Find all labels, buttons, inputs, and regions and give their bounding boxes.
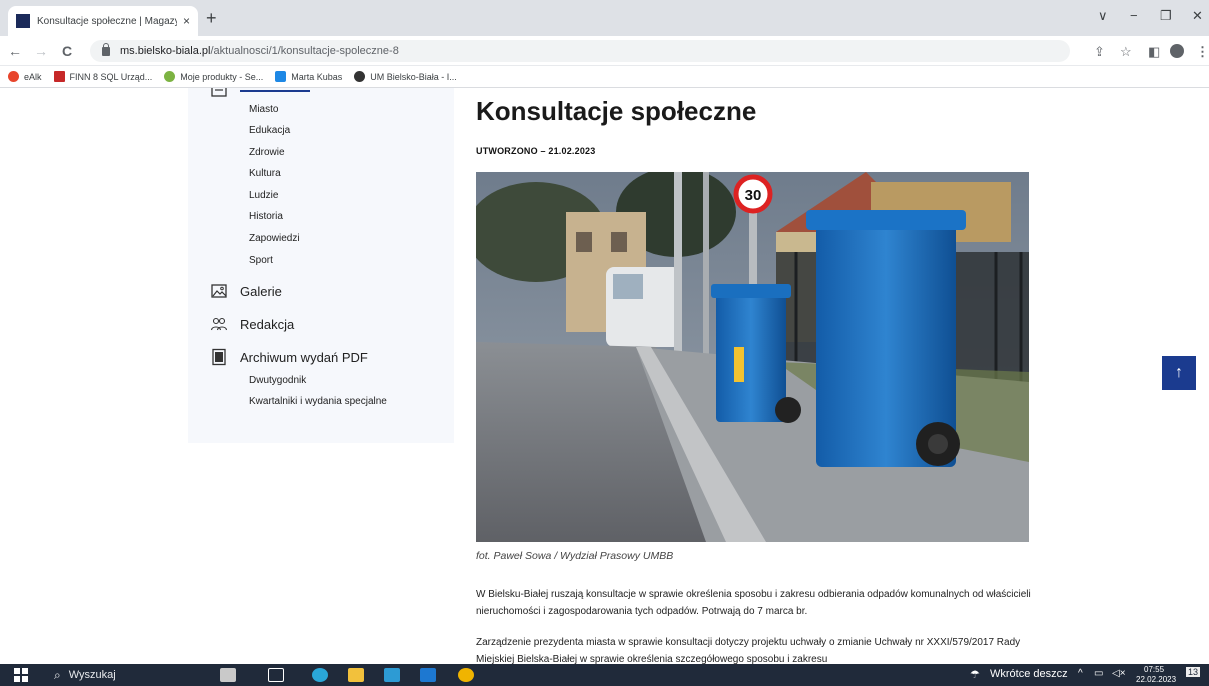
sidebar-item-zapowiedzi[interactable]: Zapowiedzi	[249, 233, 300, 244]
address-bar[interactable]: ms.bielsko-biala.pl/aktualnosci/1/konsul…	[90, 40, 1070, 62]
sidebar-item-archiwum[interactable]: Archiwum wydań PDF	[240, 350, 368, 365]
sidebar-item-galerie[interactable]: Galerie	[240, 284, 282, 299]
sidebar-item-kwartalniki[interactable]: Kwartalniki i wydania specjalne	[249, 396, 387, 407]
store-icon[interactable]	[384, 668, 400, 682]
file-explorer-icon[interactable]	[348, 668, 364, 682]
photo-waste-bins: 30	[476, 172, 1029, 542]
archive-pdf-icon	[212, 348, 226, 366]
page-title: Konsultacje społeczne	[476, 96, 757, 126]
bookmark-label: UM Bielsko-Biała - I...	[370, 71, 457, 82]
bookmark-item[interactable]: eAlk	[8, 71, 42, 82]
tab-search-icon[interactable]: ∨	[1098, 8, 1108, 24]
taskbar-search-placeholder: Wyszukaj	[68, 669, 116, 681]
back-button[interactable]: ←	[8, 43, 22, 59]
bookmark-item[interactable]: UM Bielsko-Biała - I...	[354, 71, 457, 82]
bookmark-favicon-icon	[354, 71, 366, 82]
site-favicon-icon	[16, 14, 30, 28]
sidebar-item-miasto[interactable]: Miasto	[249, 104, 278, 115]
created-date: UTWORZONO – 21.02.2023	[476, 146, 596, 156]
taskbar-app-icon[interactable]	[220, 668, 236, 682]
minimize-button[interactable]: −	[1130, 8, 1138, 23]
team-icon	[210, 317, 228, 331]
share-icon[interactable]: ⇪	[1094, 44, 1105, 60]
article-photo: 30	[476, 172, 1029, 542]
sidebar-item-wiadomosci-underline	[240, 88, 310, 92]
url-path: /aktualnosci/1/konsultacje-spoleczne-8	[210, 45, 399, 57]
sidebar-item-redakcja[interactable]: Redakcja	[240, 317, 294, 332]
profile-avatar-icon[interactable]	[1170, 44, 1184, 58]
article-paragraph: W Bielsku-Białej ruszają konsultacje w s…	[476, 589, 1031, 617]
weather-icon: ☂	[970, 669, 980, 681]
clock-date[interactable]: 22.02.2023	[1136, 675, 1176, 684]
bookmark-favicon-icon	[164, 71, 176, 82]
sidebar-item-historia[interactable]: Historia	[249, 211, 283, 222]
new-tab-button[interactable]: +	[206, 9, 217, 27]
bookmarks-bar: eAlk FINN 8 SQL Urząd... Moje produkty -…	[0, 66, 1209, 88]
weather-text[interactable]: Wkrótce deszcz	[990, 668, 1068, 680]
volume-icon[interactable]: ◁×	[1112, 668, 1126, 679]
tray-overflow-icon[interactable]: ^	[1078, 668, 1083, 679]
sidebar-item-kultura[interactable]: Kultura	[249, 168, 281, 179]
tab-active[interactable]: Konsultacje społeczne | Magazyn ×	[8, 6, 198, 36]
bookmark-label: Moje produkty - Se...	[180, 71, 264, 82]
bookmark-favicon-icon	[53, 71, 65, 82]
sidebar-item-edukacja[interactable]: Edukacja	[249, 125, 290, 136]
tab-strip: Konsultacje społeczne | Magazyn × + ∨ − …	[0, 0, 1209, 36]
bookmark-star-icon[interactable]: ☆	[1120, 44, 1132, 60]
network-icon[interactable]: ▭	[1094, 668, 1103, 679]
bookmark-favicon-icon	[8, 71, 19, 82]
edge-icon[interactable]	[312, 668, 328, 682]
bookmark-item[interactable]: Moje produkty - Se...	[164, 71, 263, 82]
bookmark-label: Marta Kubas	[291, 71, 343, 82]
chrome-icon[interactable]	[458, 668, 474, 682]
bookmark-label: FINN 8 SQL Urząd...	[69, 71, 153, 82]
bookmark-item[interactable]: Marta Kubas	[275, 71, 342, 82]
speed-sign-label: 30	[745, 187, 762, 204]
scroll-to-top-button[interactable]: ↑	[1162, 356, 1196, 390]
restore-button[interactable]: ❐	[1160, 8, 1172, 24]
sidebar-item-zdrowie[interactable]: Zdrowie	[249, 147, 285, 158]
sidebar: Miasto Edukacja Zdrowie Kultura Ludzie H…	[188, 88, 454, 443]
bookmark-label: eAlk	[24, 71, 42, 82]
tab-title: Konsultacje społeczne | Magazyn	[37, 15, 177, 27]
article-paragraph: Zarządzenie prezydenta miasta w sprawie …	[476, 637, 1021, 664]
url-host: ms.bielsko-biala.pl	[120, 45, 211, 57]
sidebar-item-dwutygodnik[interactable]: Dwutygodnik	[249, 375, 306, 386]
gallery-icon	[211, 284, 227, 298]
outlook-icon[interactable]	[420, 668, 436, 682]
tab-close-icon[interactable]: ×	[183, 14, 190, 28]
notification-center-icon[interactable]: 13	[1186, 667, 1201, 677]
page-viewport: Miasto Edukacja Zdrowie Kultura Ludzie H…	[0, 88, 1209, 664]
menu-icon[interactable]: ⋮	[1196, 44, 1209, 60]
search-icon: ⌕	[54, 667, 61, 682]
close-window-button[interactable]: ✕	[1192, 8, 1203, 24]
toolbar: ← → C ms.bielsko-biala.pl/aktualnosci/1/…	[0, 36, 1209, 66]
forward-button[interactable]: →	[34, 43, 48, 59]
windows-start-icon[interactable]	[14, 668, 28, 682]
taskbar: ⌕ Wyszukaj ☂ Wkrótce deszcz ^ ▭ ◁× 07:55…	[0, 664, 1209, 686]
bookmark-item[interactable]: FINN 8 SQL Urząd...	[53, 71, 153, 82]
side-panel-icon[interactable]: ◧	[1148, 44, 1160, 60]
reload-button[interactable]: C	[62, 43, 72, 59]
lock-icon	[102, 42, 110, 56]
clock-time[interactable]: 07:55	[1144, 665, 1164, 674]
news-icon	[211, 88, 227, 97]
photo-caption: fot. Paweł Sowa / Wydział Prasowy UMBB	[476, 550, 674, 562]
sidebar-item-ludzie[interactable]: Ludzie	[249, 190, 278, 201]
bookmark-favicon-icon	[275, 71, 287, 82]
taskbar-search[interactable]: ⌕ Wyszukaj	[40, 664, 215, 686]
task-view-icon[interactable]	[268, 668, 284, 682]
sidebar-item-sport[interactable]: Sport	[249, 255, 273, 266]
